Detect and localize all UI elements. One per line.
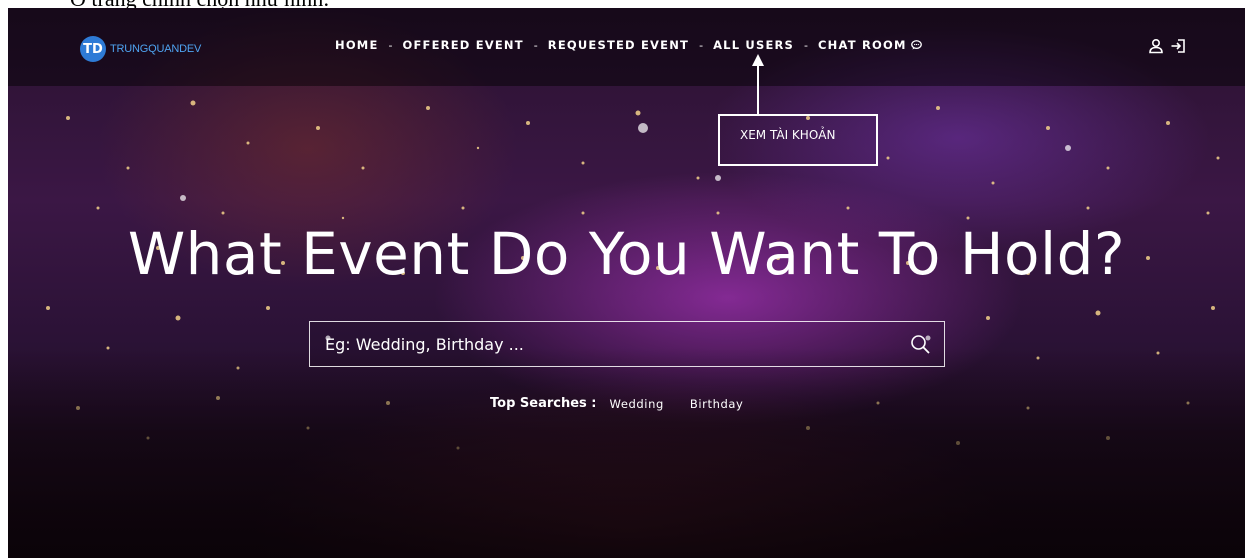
nav-separator: - [804,38,809,52]
nav-item-home[interactable]: HOME [335,38,379,52]
document-caption: Ở trang chính chọn như hình: [70,0,470,8]
hero-section: TD TRUNGQUANDEV HOME - OFFERED EVENT - R… [8,8,1245,558]
user-icon[interactable] [1148,38,1164,54]
account-icons [1148,38,1192,54]
search-bar [309,321,945,367]
logo-text: TRUNGQUANDEV [110,43,202,55]
nav-separator: - [699,38,704,52]
top-search-link-wedding[interactable]: Wedding [610,397,664,411]
top-searches: Top Searches : Wedding Birthday [490,396,769,411]
top-navbar: TD TRUNGQUANDEV HOME - OFFERED EVENT - R… [8,8,1245,86]
nav-item-chat-room[interactable]: CHAT ROOM [818,38,922,52]
search-input[interactable] [310,322,890,366]
brand-logo[interactable]: TD TRUNGQUANDEV [80,35,201,63]
search-icon[interactable] [910,334,930,354]
sign-in-icon[interactable] [1170,38,1186,54]
main-nav: HOME - OFFERED EVENT - REQUESTED EVENT -… [335,38,922,52]
annotation-text: XEM TÀI KHOẢN [740,128,836,142]
logo-mark-icon: TD [80,36,106,62]
top-search-link-birthday[interactable]: Birthday [690,397,744,411]
annotation-callout: XEM TÀI KHOẢN [718,114,878,166]
top-searches-label: Top Searches : [490,396,597,411]
nav-separator: - [388,38,393,52]
nav-item-requested-event[interactable]: REQUESTED EVENT [548,38,689,52]
crowd-silhouette [8,348,1245,558]
document-caption-text: Ở trang chính chọn như hình: [70,0,329,8]
nav-item-offered-event[interactable]: OFFERED EVENT [403,38,524,52]
nav-separator: - [533,38,538,52]
chat-bubble-icon [910,40,922,50]
hero-headline: What Event Do You Want To Hold? [127,220,1126,288]
nav-item-all-users[interactable]: ALL USERS [713,38,794,52]
nav-item-chat-room-label: CHAT ROOM [818,38,907,52]
